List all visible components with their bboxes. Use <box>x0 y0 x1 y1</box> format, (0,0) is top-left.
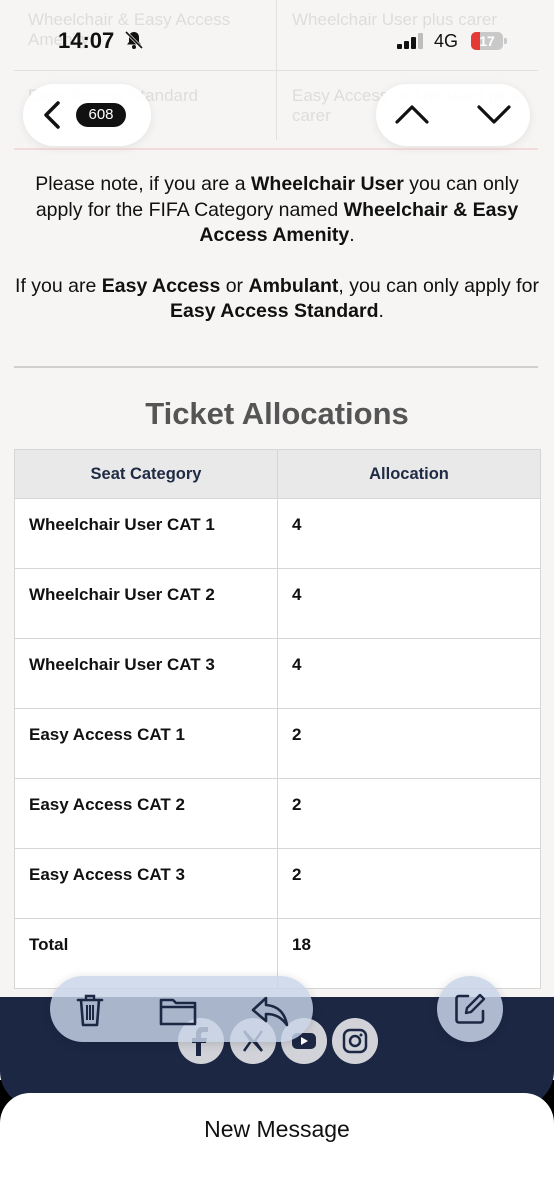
seat-category-cell: Easy Access CAT 1 <box>14 708 278 779</box>
allocation-cell: 18 <box>277 918 541 989</box>
allocation-cell: 2 <box>277 778 541 849</box>
sheet-title: New Message <box>204 1116 350 1142</box>
section-heading: Ticket Allocations <box>145 396 409 431</box>
compose-button[interactable] <box>437 976 503 1042</box>
allocation-cell: 4 <box>277 568 541 639</box>
seat-category-cell: Wheelchair User CAT 2 <box>14 568 278 639</box>
status-bar: 14:07 4G 17 <box>0 0 554 82</box>
column-header: Allocation <box>277 449 541 499</box>
seat-category-cell: Easy Access CAT 3 <box>14 848 278 919</box>
compose-icon <box>455 993 486 1024</box>
reply-icon[interactable] <box>250 990 290 1030</box>
table-row: Wheelchair User CAT 3 4 <box>14 638 541 709</box>
network-type: 4G <box>434 31 459 51</box>
chevron-left-icon <box>44 101 60 129</box>
section-accent-line <box>14 148 538 150</box>
unread-count-badge: 608 <box>76 103 126 127</box>
bell-slash-icon <box>124 30 144 50</box>
chevron-up-icon[interactable] <box>394 102 430 126</box>
battery-icon: 17 <box>471 32 509 50</box>
note-wheelchair: Please note, if you are a Wheelchair Use… <box>35 173 519 246</box>
section-divider <box>14 366 538 368</box>
folder-icon[interactable] <box>158 990 198 1030</box>
ticket-allocation-table: Seat Category Allocation Wheelchair User… <box>14 449 541 989</box>
table-row: Easy Access CAT 2 2 <box>14 778 541 849</box>
table-row: Wheelchair User CAT 2 4 <box>14 568 541 639</box>
new-message-sheet[interactable]: New Message <box>0 1093 554 1200</box>
table-row: Wheelchair User CAT 1 4 <box>14 498 541 569</box>
seat-category-cell: Wheelchair User CAT 1 <box>14 498 278 569</box>
allocation-cell: 2 <box>277 708 541 779</box>
eligibility-note: Please note, if you are a Wheelchair Use… <box>10 172 544 325</box>
chevron-down-icon[interactable] <box>476 102 512 126</box>
seat-category-cell: Wheelchair User CAT 3 <box>14 638 278 709</box>
status-time: 14:07 <box>58 28 115 53</box>
table-row: Easy Access CAT 3 2 <box>14 848 541 919</box>
table-header-row: Seat Category Allocation <box>14 449 541 499</box>
instagram-icon[interactable] <box>332 1018 378 1064</box>
message-nav-control <box>376 84 530 146</box>
table-row: Easy Access CAT 1 2 <box>14 708 541 779</box>
allocation-cell: 2 <box>277 848 541 919</box>
battery-level: 17 <box>479 33 495 49</box>
trash-icon[interactable] <box>70 990 110 1030</box>
allocation-cell: 4 <box>277 638 541 709</box>
note-easy-access: If you are Easy Access or Ambulant, you … <box>15 274 539 323</box>
column-header: Seat Category <box>14 449 278 499</box>
allocation-cell: 4 <box>277 498 541 569</box>
signal-icon <box>397 33 423 49</box>
message-toolbar <box>50 976 313 1042</box>
seat-category-cell: Easy Access CAT 2 <box>14 778 278 849</box>
